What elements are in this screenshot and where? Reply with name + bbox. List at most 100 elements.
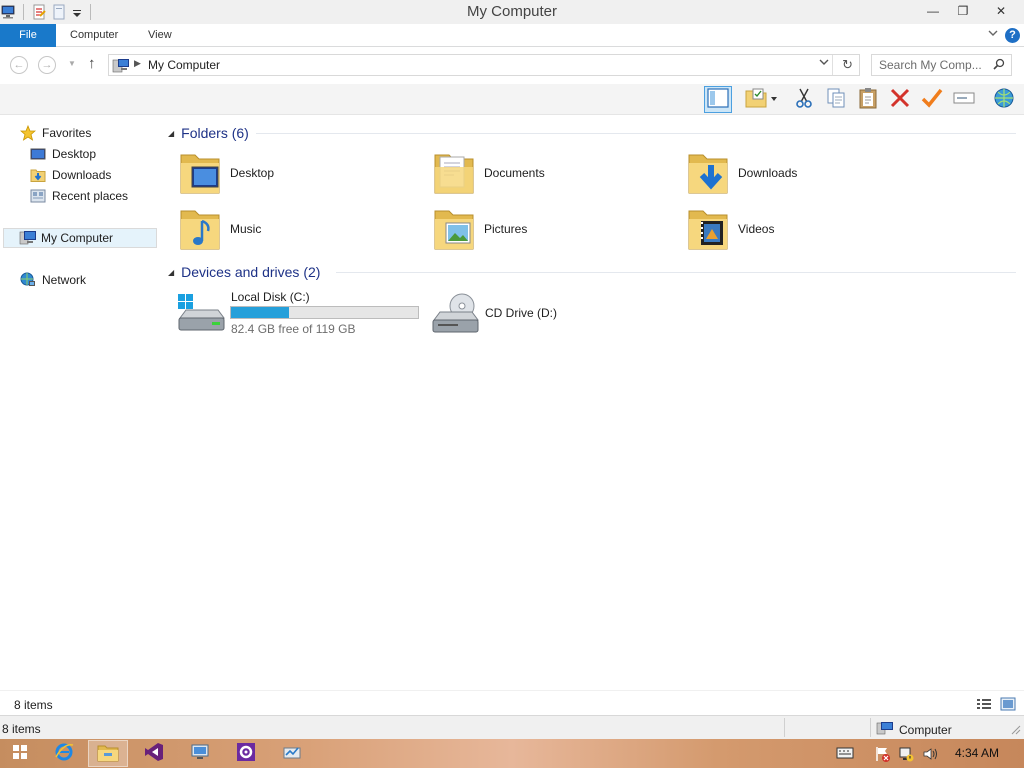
globe-icon — [992, 87, 1016, 112]
copy-button[interactable] — [822, 86, 850, 113]
taskbar-network-tool[interactable] — [272, 740, 312, 767]
status-location: Computer — [876, 721, 952, 739]
ribbon-tabs: File Computer View ? — [0, 24, 1024, 47]
command-toolbar — [0, 84, 1024, 115]
rename-button[interactable] — [950, 86, 978, 113]
status-bar: 8 items Computer — [0, 715, 1024, 739]
taskbar-file-explorer[interactable] — [88, 740, 128, 767]
back-button[interactable]: ← — [10, 56, 28, 74]
network-icon — [20, 272, 36, 288]
status-location-label: Computer — [899, 723, 952, 737]
nav-my-computer[interactable]: My Computer — [3, 228, 157, 248]
restore-button[interactable]: ❐ — [948, 0, 978, 22]
nav-favorites[interactable]: Favorites — [19, 123, 91, 143]
breadcrumb-my-computer[interactable]: My Computer — [148, 58, 220, 72]
folder-options-icon — [744, 87, 778, 112]
nav-network[interactable]: Network — [20, 270, 86, 290]
tab-view[interactable]: View — [136, 24, 184, 47]
gear-icon — [236, 742, 256, 765]
tab-file[interactable]: File — [0, 24, 56, 47]
drive-local-disk-c[interactable]: Local Disk (C:) 82.4 GB free of 119 GB — [160, 290, 422, 338]
select-button[interactable] — [918, 86, 946, 113]
cut-button[interactable] — [790, 86, 818, 113]
taskbar-visual-studio[interactable] — [134, 740, 174, 767]
taskbar-internet-explorer[interactable] — [44, 740, 84, 767]
folder-options-button[interactable] — [742, 86, 780, 113]
nav-downloads-label: Downloads — [52, 168, 112, 182]
search-input[interactable] — [879, 58, 984, 72]
copy-icon — [826, 87, 846, 112]
visual-studio-icon — [144, 742, 164, 765]
action-center-flag-icon[interactable] — [874, 746, 890, 765]
address-dropdown-icon[interactable] — [819, 58, 829, 69]
drive-cd-d[interactable]: CD Drive (D:) — [414, 290, 574, 338]
nav-downloads[interactable]: Downloads — [30, 165, 111, 185]
folders-group-divider — [256, 133, 1016, 134]
title-bar: My Computer — ❐ ✕ — [0, 0, 1024, 24]
network-status-icon[interactable] — [898, 746, 914, 765]
search-box[interactable] — [871, 54, 1012, 76]
refresh-icon[interactable]: ↻ — [842, 57, 853, 73]
forward-button[interactable]: → — [38, 56, 56, 74]
navigation-pane: Favorites Desktop Downloads Recent place… — [0, 115, 160, 690]
taskbar-clock[interactable]: 4:34 AM — [950, 746, 1004, 760]
folder-documents-label: Documents — [484, 166, 545, 180]
file-explorer-icon — [97, 742, 119, 765]
expand-ribbon-chevron-icon[interactable] — [988, 29, 998, 40]
details-item-count: 8 items — [14, 698, 53, 712]
address-separator — [832, 55, 833, 75]
local-disk-icon — [176, 292, 226, 339]
keyboard-icon[interactable] — [836, 746, 854, 763]
drives-group-divider — [336, 272, 1016, 273]
search-icon[interactable] — [993, 58, 1005, 73]
address-bar[interactable]: ▶ My Computer ↻ — [108, 54, 860, 76]
preview-pane-button[interactable] — [704, 86, 732, 113]
navigation-bar: ← → ▼ ↑ ▶ My Computer ↻ — [0, 47, 1024, 84]
desktop-icon — [30, 146, 46, 162]
resize-grip-icon[interactable] — [1011, 724, 1021, 738]
tab-computer[interactable]: Computer — [58, 24, 130, 47]
nav-recent-places[interactable]: Recent places — [30, 186, 128, 206]
close-button[interactable]: ✕ — [978, 0, 1024, 22]
computer-icon — [112, 58, 130, 77]
large-icons-view-icon[interactable] — [1000, 697, 1016, 714]
recent-locations-chevron-icon[interactable]: ▼ — [68, 59, 76, 68]
internet-options-button[interactable] — [990, 86, 1018, 113]
minimize-button[interactable]: — — [918, 0, 948, 22]
folder-downloads-label: Downloads — [738, 166, 798, 180]
start-button[interactable] — [0, 740, 40, 767]
nav-desktop[interactable]: Desktop — [30, 144, 96, 164]
collapse-triangle-icon[interactable]: ◢ — [168, 268, 174, 277]
folders-group-header[interactable]: ◢ Folders (6) — [168, 123, 249, 143]
window-title: My Computer — [466, 3, 558, 20]
taskbar-remote-desktop[interactable] — [180, 740, 220, 767]
nav-recent-places-label: Recent places — [52, 189, 129, 203]
downloads-folder-icon — [686, 149, 730, 197]
folder-desktop[interactable]: Desktop — [178, 148, 274, 198]
up-button[interactable]: ↑ — [88, 55, 96, 72]
taskbar-settings[interactable] — [226, 740, 266, 767]
delete-x-icon — [889, 87, 911, 112]
drives-group-header[interactable]: ◢ Devices and drives (2) — [168, 262, 320, 282]
folder-videos[interactable]: Videos — [686, 204, 774, 254]
nav-desktop-label: Desktop — [52, 147, 97, 161]
delete-button[interactable] — [886, 86, 914, 113]
paste-button[interactable] — [854, 86, 882, 113]
help-icon[interactable]: ? — [1005, 28, 1020, 43]
details-view-icon[interactable] — [976, 697, 992, 714]
folder-downloads[interactable]: Downloads — [686, 148, 797, 198]
folder-documents[interactable]: Documents — [432, 148, 545, 198]
content-pane: ◢ Folders (6) Desktop Documents Download… — [160, 115, 1024, 690]
volume-icon[interactable] — [922, 746, 938, 765]
view-switcher — [976, 697, 1016, 714]
breadcrumb-arrow-icon[interactable]: ▶ — [134, 58, 141, 69]
nav-my-computer-label: My Computer — [41, 231, 114, 245]
checkmark-icon — [921, 87, 943, 112]
details-strip: 8 items — [0, 690, 1024, 715]
local-disk-label: Local Disk (C:) — [231, 290, 310, 304]
collapse-triangle-icon[interactable]: ◢ — [168, 129, 174, 138]
folder-music[interactable]: Music — [178, 204, 261, 254]
pictures-folder-icon — [432, 205, 476, 253]
folders-group-title: Folders (6) — [181, 125, 249, 141]
folder-pictures[interactable]: Pictures — [432, 204, 527, 254]
